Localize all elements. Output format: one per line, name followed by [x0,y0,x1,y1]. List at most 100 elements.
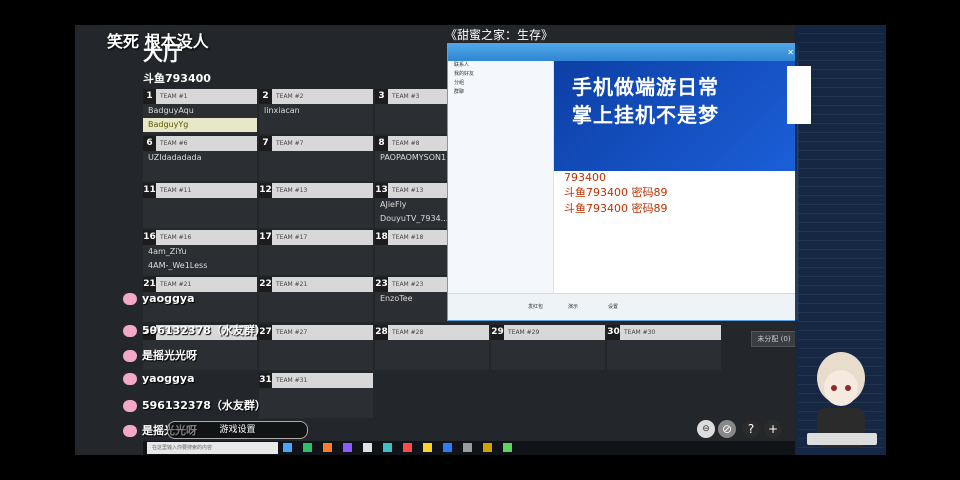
chat-line [798,169,883,178]
team-slot[interactable]: 2 TEAM #2 linxiacan [259,89,373,134]
team-slot[interactable]: 22 TEAM #21 [259,277,373,322]
team-name: TEAM #2 [276,93,304,100]
team-number: 16 [143,230,156,245]
game-settings-button[interactable]: 游戏设置 [167,421,308,439]
team-slot[interactable]: 12 TEAM #13 [259,183,373,228]
qq-titlebar[interactable]: ✕ [448,44,798,61]
team-slot[interactable]: 29 TEAM #29 [491,325,605,370]
taskbar-app-icon[interactable] [403,443,412,452]
taskbar-app-icon[interactable] [283,443,292,452]
team-name: TEAM #18 [392,234,424,241]
team-header: 31 TEAM #31 [259,373,373,388]
team-members [375,340,489,370]
team-name: TEAM #21 [276,281,308,288]
qr-code [787,66,811,124]
taskbar-app-icon[interactable] [383,443,392,452]
team-member[interactable]: UZIdadadada [143,151,257,165]
right-black-bar [886,0,960,480]
close-icon[interactable]: ✕ [787,44,794,61]
team-name: TEAM #17 [276,234,308,241]
team-slot[interactable]: 27 TEAM #27 [259,325,373,370]
qq-contact-row[interactable]: 分组 [448,79,553,88]
taskbar-app-icon[interactable] [503,443,512,452]
team-slot[interactable]: 6 TEAM #6 UZIdadadada [143,136,257,181]
qq-chat-message: 斗鱼793400 密码89 [564,202,668,215]
team-header: 28 TEAM #28 [375,325,489,340]
unassigned-button[interactable]: 未分配 (0) [751,331,797,347]
qq-toolbar-item[interactable]: 设置 [608,303,618,310]
qq-chat-window: ✕ 联系人 我的好友 分组 群聊 手机做端游日常 掌上挂机不是梦 793400 斗鱼79… [447,43,799,321]
team-header: 29 TEAM #29 [491,325,605,340]
team-number: 30 [607,325,620,340]
chat-line [798,124,883,133]
team-slot[interactable]: 7 TEAM #7 [259,136,373,181]
team-slot[interactable]: 28 TEAM #28 [375,325,489,370]
taskbar-app-icon[interactable] [443,443,452,452]
team-member[interactable]: BadguyAqu [143,104,257,118]
team-slot[interactable]: 1 TEAM #1 BadguyAqu BadguyYg [143,89,257,134]
help-button[interactable]: ? [742,420,760,438]
chat-line [798,214,883,223]
streamer-avatar [807,352,877,448]
team-member[interactable]: BadguyYg [143,118,257,132]
team-number: 18 [375,230,388,245]
team-header: 12 TEAM #13 [259,183,373,198]
team-number: 2 [259,89,272,104]
minus-icon[interactable]: ⊖ [697,420,715,438]
taskbar-app-icon[interactable] [343,443,352,452]
team-members [259,292,373,322]
team-name: TEAM #16 [160,234,192,241]
qq-contact-list: 联系人 我的好友 分组 群聊 [448,61,554,293]
team-member[interactable]: 4AM-_We1Less [143,259,257,273]
team-name: TEAM #6 [160,140,188,147]
team-name: TEAM #8 [392,140,420,147]
team-slot[interactable]: 17 TEAM #17 [259,230,373,275]
danmu-message: 596132378（水友群） [123,397,266,413]
left-black-bar [0,0,75,480]
team-name: TEAM #13 [276,187,308,194]
qq-ad-banner[interactable]: 手机做端游日常 掌上挂机不是梦 [554,61,797,171]
qq-contact-row[interactable]: 群聊 [448,88,553,97]
add-button[interactable]: + [764,420,782,438]
team-members [259,151,373,181]
qq-toolbar-item[interactable]: 演示 [568,303,578,310]
team-member[interactable]: 4am_ZiYu [143,245,257,259]
team-number: 7 [259,136,272,151]
team-header: 11 TEAM #11 [143,183,257,198]
qq-contact-row[interactable]: 我的好友 [448,70,553,79]
taskbar-app-icon[interactable] [463,443,472,452]
taskbar-app-icon[interactable] [423,443,432,452]
taskbar-app-icon[interactable] [483,443,492,452]
team-header: 16 TEAM #16 [143,230,257,245]
taskbar-app-icon[interactable] [303,443,312,452]
chat-line [798,277,883,286]
user-avatar-icon [123,373,137,385]
team-slot[interactable]: 31 TEAM #31 [259,373,373,418]
team-name: TEAM #1 [160,93,188,100]
team-name: TEAM #30 [624,329,656,336]
team-name: TEAM #7 [276,140,304,147]
taskbar-app-icon[interactable] [323,443,332,452]
team-name: TEAM #27 [276,329,308,336]
chat-line [798,43,883,52]
team-header: 17 TEAM #17 [259,230,373,245]
chat-line [798,268,883,277]
team-slot[interactable]: 11 TEAM #11 [143,183,257,228]
disable-icon[interactable]: ⊘ [718,420,736,438]
taskbar-app-icon[interactable] [363,443,372,452]
team-member[interactable]: linxiacan [259,104,373,118]
team-slot[interactable]: 30 TEAM #30 [607,325,721,370]
team-number: 21 [143,277,156,292]
chat-line [798,322,883,331]
chat-line [798,25,883,34]
qq-contact-row[interactable]: 联系人 [448,61,553,70]
team-slot[interactable]: 16 TEAM #16 4am_ZiYu 4AM-_We1Less [143,230,257,275]
qq-toolbar-item[interactable]: 发红包 [528,303,543,310]
chat-line [798,133,883,142]
danmu-text: 596132378（水友群） [142,324,266,337]
team-name: TEAM #23 [392,281,424,288]
team-number: 3 [375,89,388,104]
search-input[interactable]: 在这里输入你要搜索的内容 [147,442,278,454]
danmu-text: 596132378（水友群） [142,399,266,412]
team-name: TEAM #31 [276,377,308,384]
